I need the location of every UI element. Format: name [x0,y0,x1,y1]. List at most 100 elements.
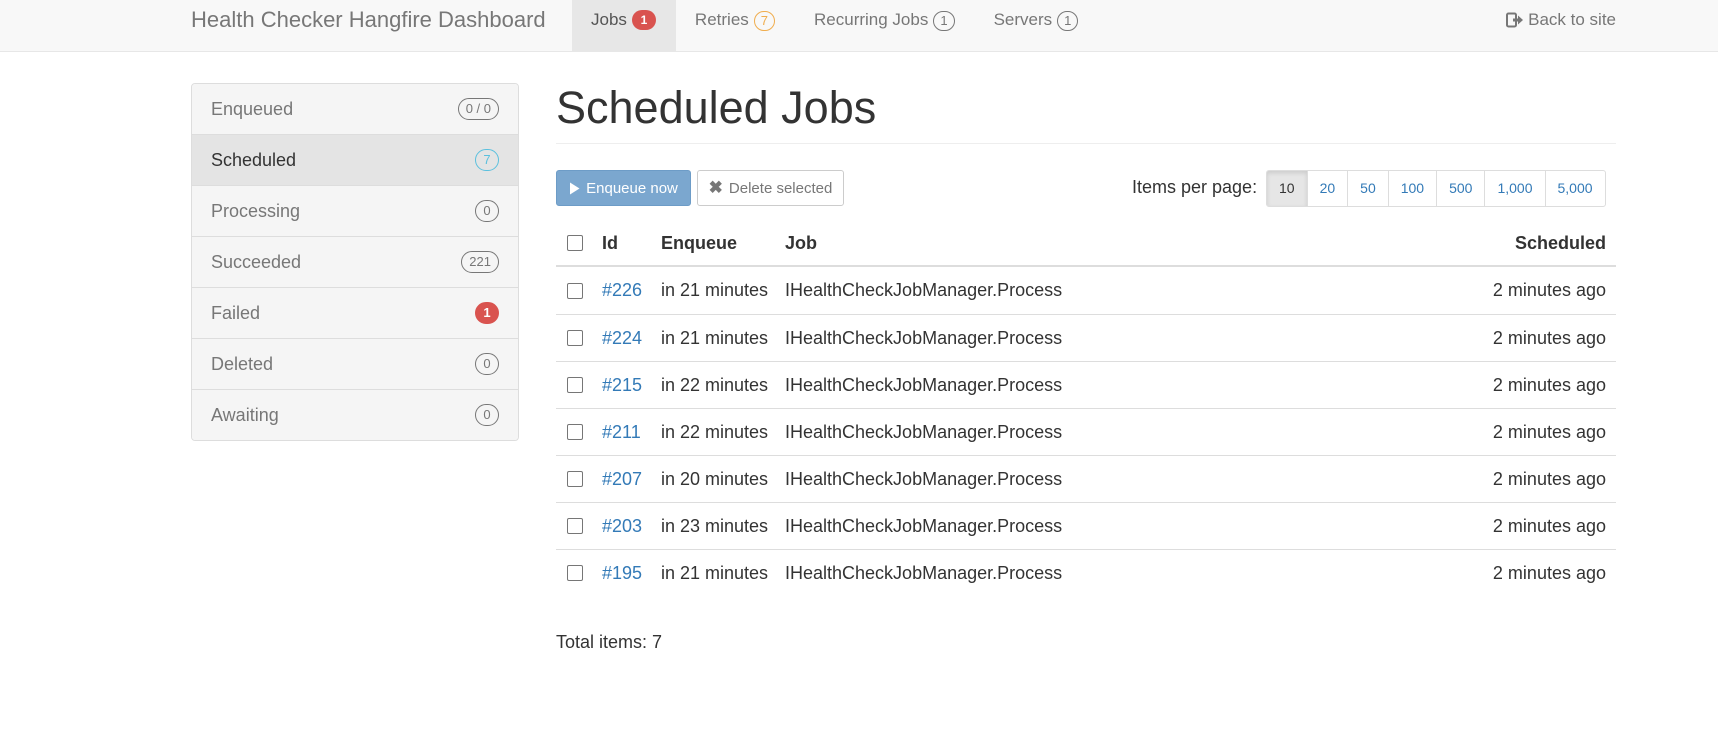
row-checkbox[interactable] [567,330,583,346]
sidebar-item-count: 0 / 0 [457,98,499,120]
job-name: IHealthCheckJobManager.Process [785,280,1063,300]
page-size-option[interactable]: 100 [1387,171,1436,206]
sidebar-item-count: 0 [475,200,499,222]
row-checkbox[interactable] [567,424,583,440]
sidebar-item-label: Failed [211,302,261,323]
table-row: #207 in 20 minutes IHealthCheckJobManage… [556,455,1616,502]
job-enqueue: in 23 minutes [661,515,769,536]
job-scheduled: 2 minutes ago [1492,280,1606,300]
column-header-id: Id [602,232,618,253]
sidebar-item-succeeded[interactable]: Succeeded 221 [192,236,518,287]
delete-selected-button[interactable]: ✖ Delete selected [697,170,844,206]
sidebar-item-enqueued[interactable]: Enqueued 0 / 0 [192,84,518,134]
nav-recurring-jobs-badge: 1 [933,11,955,31]
job-id-link[interactable]: #195 [602,563,642,583]
sidebar-item-deleted[interactable]: Deleted 0 [192,338,518,389]
job-id-link[interactable]: #207 [602,469,642,489]
job-enqueue: in 22 minutes [661,421,769,442]
sidebar-item-label: Enqueued [211,98,294,119]
page-size-option[interactable]: 5,000 [1544,171,1605,206]
back-to-site-link[interactable]: Back to site [1506,10,1616,30]
title-divider [556,143,1616,144]
select-all-cell [556,235,602,251]
sidebar-item-count: 0 [475,404,499,426]
top-navbar: Health Checker Hangfire Dashboard Jobs 1… [0,0,1718,52]
job-enqueue: in 21 minutes [661,562,769,583]
row-checkbox[interactable] [567,471,583,487]
close-icon: ✖ [708,178,723,197]
page-size-selector: 10 20 50 100 500 1,000 5,000 [1266,170,1606,207]
job-id-link[interactable]: #211 [602,422,641,442]
column-header-scheduled: Scheduled [1514,232,1606,253]
row-checkbox[interactable] [567,377,583,393]
page-size-option[interactable]: 10 [1267,171,1307,206]
job-scheduled: 2 minutes ago [1492,515,1606,536]
sidebar-item-count: 1 [475,302,499,324]
row-select-cell [556,282,602,299]
delete-selected-label: Delete selected [728,179,833,197]
sidebar-item-count: 0 [475,353,499,375]
nav-retries[interactable]: Retries 7 [676,0,795,51]
table-header-row: Id Enqueue Job Scheduled [556,221,1616,267]
row-select-cell [556,471,602,487]
table-row: #226 in 21 minutes IHealthCheckJobManage… [556,267,1616,314]
sidebar-item-failed[interactable]: Failed 1 [192,287,518,338]
scheduled-jobs-table: Id Enqueue Job Scheduled #226 in 21 minu… [556,221,1616,596]
enqueue-now-button[interactable]: Enqueue now [556,170,691,206]
row-checkbox[interactable] [567,282,583,299]
job-name: IHealthCheckJobManager.Process [785,515,1063,536]
sidebar-item-processing[interactable]: Processing 0 [192,185,518,236]
sidebar-item-scheduled[interactable]: Scheduled 7 [192,134,518,185]
items-per-page-label: Items per page: [1132,177,1258,197]
page-size-option[interactable]: 50 [1347,171,1388,206]
sign-out-icon [1506,12,1524,28]
sidebar-item-label: Succeeded [211,251,302,272]
job-id-link[interactable]: #203 [602,516,642,536]
job-scheduled: 2 minutes ago [1492,562,1606,583]
nav-servers-label: Servers [993,10,1053,29]
job-id-link[interactable]: #215 [602,375,642,395]
back-to-site-label: Back to site [1528,10,1616,29]
page-size-option[interactable]: 500 [1436,171,1484,206]
job-enqueue: in 20 minutes [661,468,769,489]
column-header-job: Job [785,232,818,253]
total-items: Total items: 7 [556,632,663,652]
job-name: IHealthCheckJobManager.Process [785,468,1063,489]
nav-servers[interactable]: Servers 1 [975,0,1099,51]
page-size-option[interactable]: 1,000 [1484,171,1544,206]
sidebar-item-count: 7 [475,149,499,171]
table-row: #195 in 21 minutes IHealthCheckJobManage… [556,549,1616,596]
nav-jobs-badge: 1 [631,10,656,30]
nav-jobs-label: Jobs [591,10,627,29]
nav-links: Jobs 1 Retries 7 Recurring Jobs 1 Server… [572,0,1098,51]
nav-retries-label: Retries [694,10,749,29]
job-scheduled: 2 minutes ago [1492,327,1606,348]
job-name: IHealthCheckJobManager.Process [785,374,1063,395]
row-checkbox[interactable] [567,518,583,534]
nav-recurring-jobs-label: Recurring Jobs [814,10,929,29]
column-header-enqueue: Enqueue [661,232,738,253]
row-checkbox[interactable] [567,565,583,581]
job-scheduled: 2 minutes ago [1492,374,1606,395]
job-enqueue: in 21 minutes [661,327,769,348]
sidebar-item-awaiting[interactable]: Awaiting 0 [192,389,518,440]
job-states-sidebar: Enqueued 0 / 0 Scheduled 7 Processing 0 … [191,83,519,441]
sidebar-item-label: Deleted [211,353,274,374]
job-name: IHealthCheckJobManager.Process [785,562,1063,583]
job-enqueue: in 22 minutes [661,374,769,395]
nav-jobs[interactable]: Jobs 1 [572,0,676,51]
sidebar-item-count: 221 [461,251,499,273]
nav-recurring-jobs[interactable]: Recurring Jobs 1 [795,0,975,51]
table-row: #203 in 23 minutes IHealthCheckJobManage… [556,502,1616,549]
job-id-link[interactable]: #224 [602,328,642,348]
job-name: IHealthCheckJobManager.Process [785,421,1063,442]
row-select-cell [556,330,602,346]
enqueue-now-label: Enqueue now [586,179,678,197]
row-select-cell [556,377,602,393]
table-row: #211 in 22 minutes IHealthCheckJobManage… [556,408,1616,455]
play-icon [570,182,580,194]
select-all-checkbox[interactable] [567,235,583,251]
job-id-link[interactable]: #226 [602,280,642,300]
brand-title[interactable]: Health Checker Hangfire Dashboard [191,8,546,32]
page-size-option[interactable]: 20 [1306,171,1348,206]
